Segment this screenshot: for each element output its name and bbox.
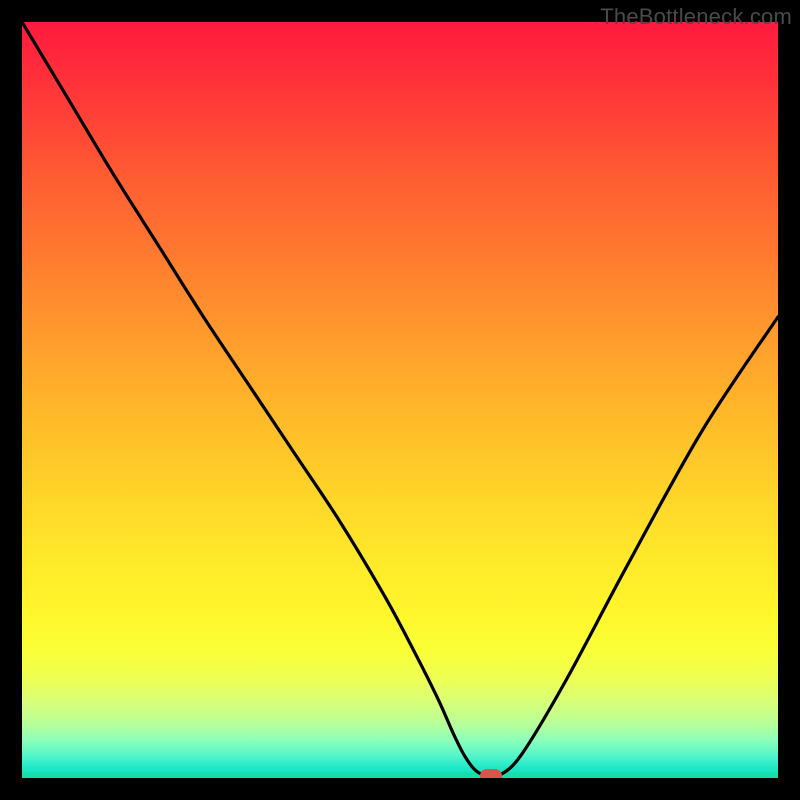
bottleneck-curve: [22, 22, 778, 777]
watermark-text: TheBottleneck.com: [600, 4, 792, 30]
chart-frame: TheBottleneck.com: [0, 0, 800, 800]
plot-area: [22, 22, 778, 778]
curve-svg: [22, 22, 778, 778]
optimal-marker: [480, 769, 502, 778]
